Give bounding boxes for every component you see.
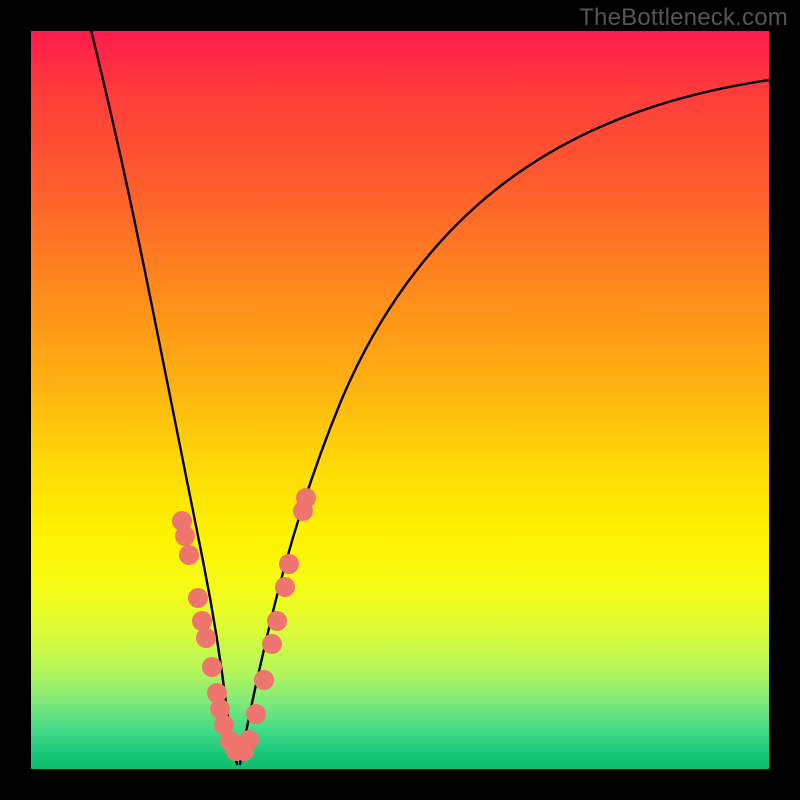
left-curve xyxy=(90,26,237,764)
watermark-text: TheBottleneck.com xyxy=(579,4,788,32)
right-curve xyxy=(240,79,776,764)
chart-frame: TheBottleneck.com xyxy=(0,0,800,800)
dots-left xyxy=(172,511,246,761)
dots-right xyxy=(234,488,316,761)
curves-svg xyxy=(31,31,769,769)
plot-area xyxy=(31,31,769,769)
